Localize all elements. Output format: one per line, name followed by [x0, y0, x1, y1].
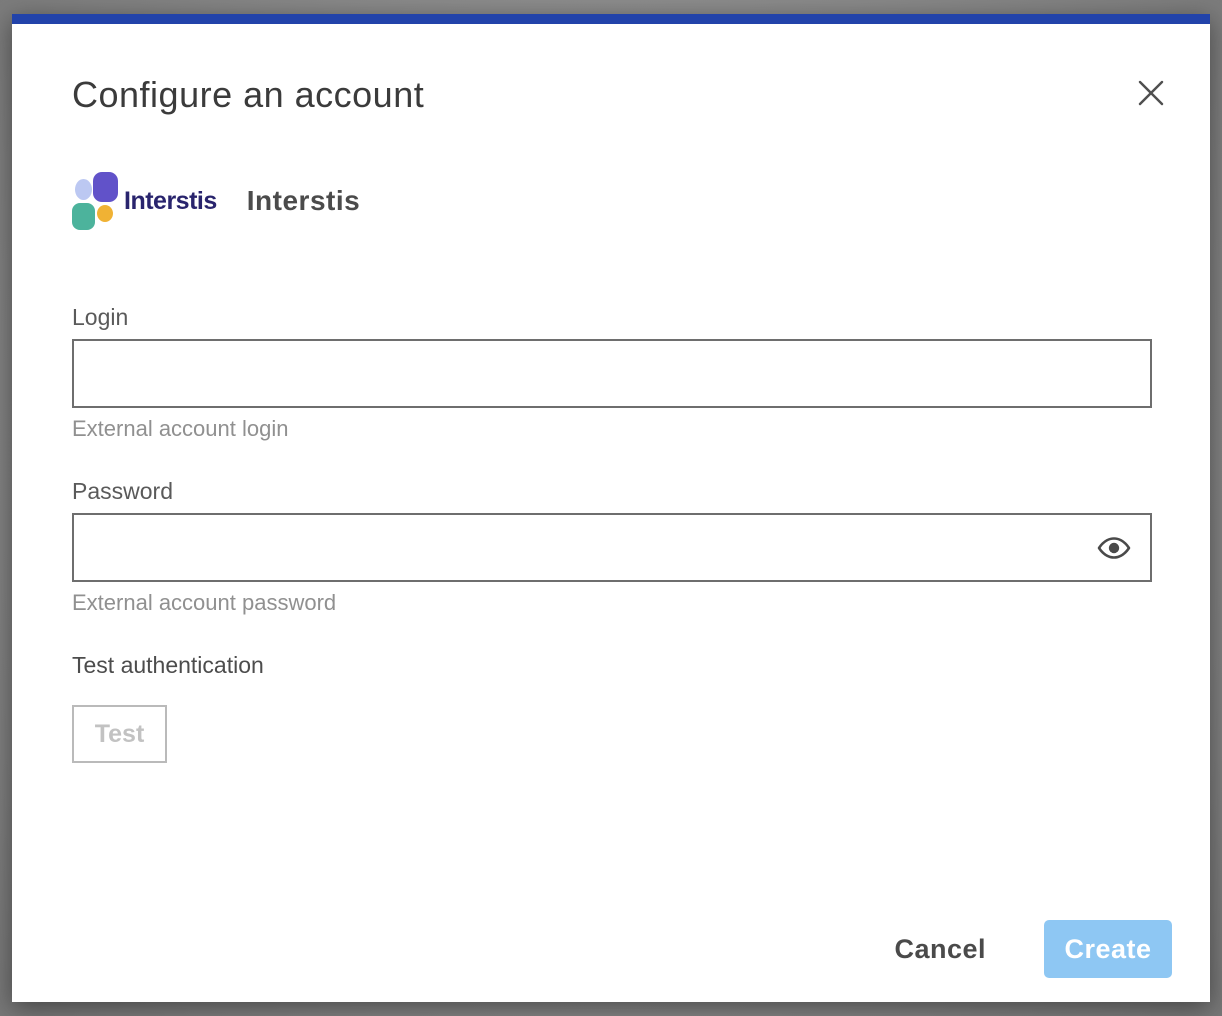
dialog-title: Configure an account [72, 74, 1152, 116]
test-authentication-section: Test authentication Test [72, 652, 1152, 763]
cancel-button[interactable]: Cancel [894, 934, 986, 965]
login-hint: External account login [72, 416, 1152, 442]
password-label: Password [72, 478, 1152, 505]
password-field-group: Password External account password [72, 478, 1152, 616]
interstis-logo-icon [72, 172, 118, 230]
login-input[interactable] [72, 339, 1152, 408]
interstis-logo: Interstis [72, 172, 217, 230]
dialog-body: Configure an account Interstis Intersti [12, 24, 1210, 1002]
provider-row: Interstis Interstis [72, 172, 1152, 230]
login-label: Login [72, 304, 1152, 331]
create-button[interactable]: Create [1044, 920, 1172, 978]
login-field-group: Login External account login [72, 304, 1152, 442]
interstis-logo-wordmark: Interstis [124, 187, 217, 216]
toggle-password-visibility-button[interactable] [1096, 533, 1132, 563]
test-button[interactable]: Test [72, 705, 167, 763]
eye-icon [1097, 536, 1131, 560]
provider-name: Interstis [247, 185, 360, 217]
close-button[interactable] [1134, 76, 1168, 110]
password-input[interactable] [72, 513, 1152, 582]
close-icon [1136, 78, 1166, 108]
password-hint: External account password [72, 590, 1152, 616]
test-authentication-label: Test authentication [72, 652, 1152, 679]
configure-account-dialog: Configure an account Interstis Intersti [12, 14, 1210, 1002]
dialog-footer: Cancel Create [894, 920, 1172, 978]
